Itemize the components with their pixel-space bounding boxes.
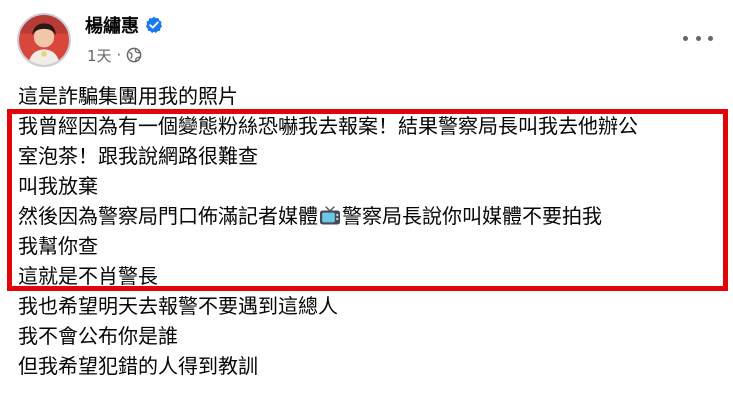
post-line: 我也希望明天去報警不要遇到這總人 [18, 294, 338, 318]
post-line: 我幫你查 [18, 234, 98, 258]
post-line: 我不會公布你是誰 [18, 324, 178, 348]
post-meta: 1天 · [87, 44, 142, 66]
avatar[interactable] [17, 13, 71, 67]
post-line: 這就是不肖警長 [18, 264, 158, 288]
post-timestamp[interactable]: 1天 [87, 45, 112, 66]
post-line: 室泡茶！跟我說網路很難查 [18, 144, 258, 168]
post-text: 這是詐騙集團用我的照片 我曾經因為有一個變態粉絲恐嚇我去報案！結果警察局長叫我去… [18, 81, 723, 381]
more-dot [695, 35, 701, 41]
post-line: 但我希望犯錯的人得到教訓 [18, 354, 258, 378]
author-name[interactable]: 楊繡惠 [85, 12, 139, 38]
post-line: 這是詐騙集團用我的照片 [18, 84, 238, 108]
more-dot [683, 35, 688, 41]
post-line-part: 警察局長說你叫媒體不要拍我 [342, 204, 602, 228]
meta-separator: · [116, 46, 122, 64]
post-line-with-emoji: 然後因為警察局門口佈滿記者媒體 警察局長說你叫媒體不要拍我 [18, 201, 723, 231]
avatar-photo [19, 15, 69, 65]
post-line: 我曾經因為有一個變態粉絲恐嚇我去報案！結果警察局長叫我去他辦公 [18, 114, 638, 138]
post-line: 叫我放棄 [18, 174, 98, 198]
more-options-icon[interactable] [683, 26, 713, 50]
globe-icon[interactable] [126, 47, 142, 63]
verified-badge-icon [145, 16, 163, 33]
television-icon [320, 206, 340, 225]
more-dot [708, 35, 713, 41]
post-line-part: 然後因為警察局門口佈滿記者媒體 [18, 204, 318, 228]
post-header: 楊繡惠 [85, 11, 163, 39]
